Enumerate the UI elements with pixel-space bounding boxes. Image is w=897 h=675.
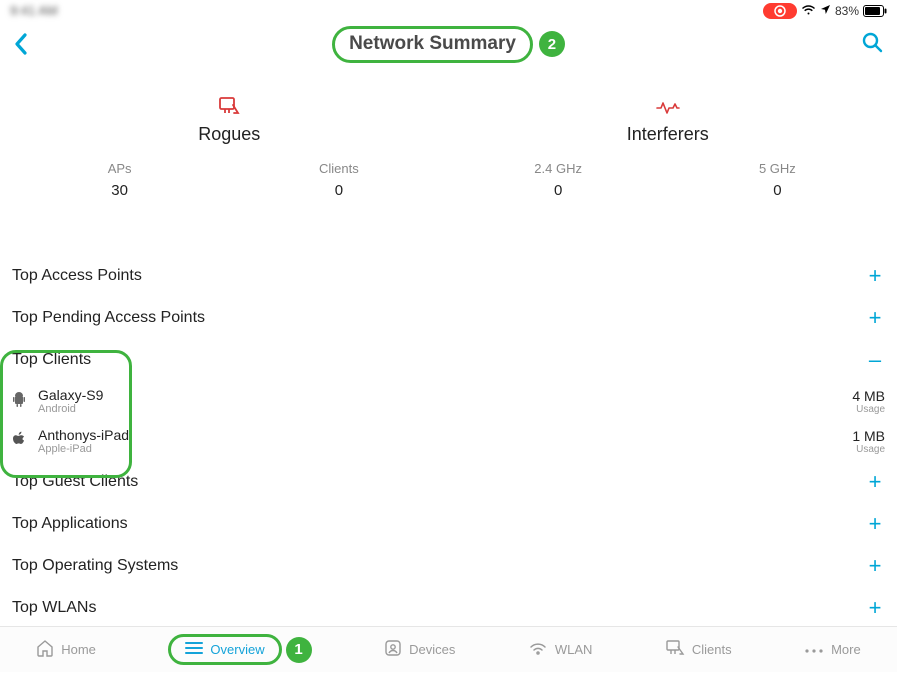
stat-5ghz-value: 0 bbox=[668, 182, 887, 199]
client-row[interactable]: Galaxy-S9 Android 4 MB Usage bbox=[0, 381, 897, 421]
client-usage: 4 MB bbox=[852, 388, 885, 404]
stat-5ghz[interactable]: 5 GHz 0 bbox=[668, 161, 887, 199]
clients-icon bbox=[665, 639, 685, 660]
rogues-icon bbox=[10, 92, 449, 116]
expand-icon: + bbox=[865, 511, 885, 537]
stat-24ghz-value: 0 bbox=[449, 182, 668, 199]
tab-bar: Home Overview 1 Devices WLAN Clients M bbox=[0, 626, 897, 672]
summary-tiles: Rogues Interferers bbox=[0, 66, 897, 145]
tab-more-label: More bbox=[831, 642, 861, 657]
search-button[interactable] bbox=[861, 31, 883, 58]
apple-icon bbox=[10, 431, 28, 452]
interferers-label: Interferers bbox=[449, 124, 888, 145]
wlan-icon bbox=[528, 640, 548, 659]
stat-aps-value: 30 bbox=[10, 182, 229, 199]
stat-24ghz-label: 2.4 GHz bbox=[449, 161, 668, 176]
expand-icon: + bbox=[865, 469, 885, 495]
section-top-os-label: Top Operating Systems bbox=[12, 557, 178, 575]
interferers-icon bbox=[449, 92, 888, 116]
client-sub: Apple-iPad bbox=[38, 443, 129, 455]
header: Network Summary 2 bbox=[0, 22, 897, 66]
tab-wlan[interactable]: WLAN bbox=[528, 640, 593, 659]
section-top-clients-label: Top Clients bbox=[12, 351, 91, 369]
stat-clients-value: 0 bbox=[229, 182, 448, 199]
tab-clients-label: Clients bbox=[692, 642, 732, 657]
expand-icon: + bbox=[865, 595, 885, 621]
section-top-guest-clients[interactable]: Top Guest Clients + bbox=[0, 461, 897, 503]
battery-icon bbox=[863, 5, 887, 17]
rogues-tile[interactable]: Rogues bbox=[10, 92, 449, 145]
stat-aps[interactable]: APs 30 bbox=[10, 161, 229, 199]
location-icon bbox=[820, 4, 831, 18]
more-icon bbox=[804, 642, 824, 657]
title-annotation: Network Summary bbox=[332, 26, 533, 63]
section-top-applications[interactable]: Top Applications + bbox=[0, 503, 897, 545]
home-icon bbox=[36, 639, 54, 660]
interferers-tile[interactable]: Interferers bbox=[449, 92, 888, 145]
annotation-badge-1: 1 bbox=[286, 637, 312, 663]
wifi-icon bbox=[801, 4, 816, 19]
section-top-wlans[interactable]: Top WLANs + bbox=[0, 587, 897, 629]
status-time: 9:41 AM bbox=[10, 3, 58, 18]
tab-overview[interactable]: Overview bbox=[168, 634, 281, 665]
section-top-clients[interactable]: Top Clients – bbox=[0, 339, 897, 381]
annotation-badge-2: 2 bbox=[539, 31, 565, 57]
section-top-guest-clients-label: Top Guest Clients bbox=[12, 473, 138, 491]
tab-clients[interactable]: Clients bbox=[665, 639, 732, 660]
client-usage-label: Usage bbox=[852, 444, 885, 455]
tab-overview-label: Overview bbox=[210, 642, 264, 657]
stats-row: APs 30 Clients 0 2.4 GHz 0 5 GHz 0 bbox=[0, 145, 897, 207]
section-top-aps[interactable]: Top Access Points + bbox=[0, 255, 897, 297]
stat-clients[interactable]: Clients 0 bbox=[229, 161, 448, 199]
client-name: Galaxy-S9 bbox=[38, 387, 103, 403]
expand-icon: + bbox=[865, 263, 885, 289]
client-row[interactable]: Anthonys-iPad Apple-iPad 1 MB Usage bbox=[0, 421, 897, 461]
hamburger-icon bbox=[185, 641, 203, 658]
client-sub: Android bbox=[38, 403, 103, 415]
expand-icon: + bbox=[865, 553, 885, 579]
client-usage: 1 MB bbox=[852, 428, 885, 444]
battery-percent: 83% bbox=[835, 4, 859, 18]
stat-clients-label: Clients bbox=[229, 161, 448, 176]
android-icon bbox=[10, 391, 28, 412]
screen-record-indicator bbox=[763, 3, 797, 19]
section-top-wlans-label: Top WLANs bbox=[12, 599, 96, 617]
tab-devices-label: Devices bbox=[409, 642, 455, 657]
back-button[interactable] bbox=[12, 31, 30, 57]
tab-home[interactable]: Home bbox=[36, 639, 96, 660]
tab-more[interactable]: More bbox=[804, 642, 861, 657]
stat-5ghz-label: 5 GHz bbox=[668, 161, 887, 176]
section-top-applications-label: Top Applications bbox=[12, 515, 128, 533]
devices-icon bbox=[384, 639, 402, 660]
section-top-pending-aps[interactable]: Top Pending Access Points + bbox=[0, 297, 897, 339]
tab-wlan-label: WLAN bbox=[555, 642, 593, 657]
page-title: Network Summary bbox=[349, 33, 516, 54]
rogues-label: Rogues bbox=[10, 124, 449, 145]
client-name: Anthonys-iPad bbox=[38, 427, 129, 443]
sections-list: Top Access Points + Top Pending Access P… bbox=[0, 255, 897, 629]
tab-devices[interactable]: Devices bbox=[384, 639, 455, 660]
status-bar: 9:41 AM 83% bbox=[0, 0, 897, 22]
tab-home-label: Home bbox=[61, 642, 96, 657]
section-top-aps-label: Top Access Points bbox=[12, 267, 142, 285]
stat-24ghz[interactable]: 2.4 GHz 0 bbox=[449, 161, 668, 199]
collapse-icon: – bbox=[865, 347, 885, 373]
section-top-os[interactable]: Top Operating Systems + bbox=[0, 545, 897, 587]
expand-icon: + bbox=[865, 305, 885, 331]
section-top-pending-aps-label: Top Pending Access Points bbox=[12, 309, 205, 327]
stat-aps-label: APs bbox=[10, 161, 229, 176]
client-usage-label: Usage bbox=[852, 404, 885, 415]
